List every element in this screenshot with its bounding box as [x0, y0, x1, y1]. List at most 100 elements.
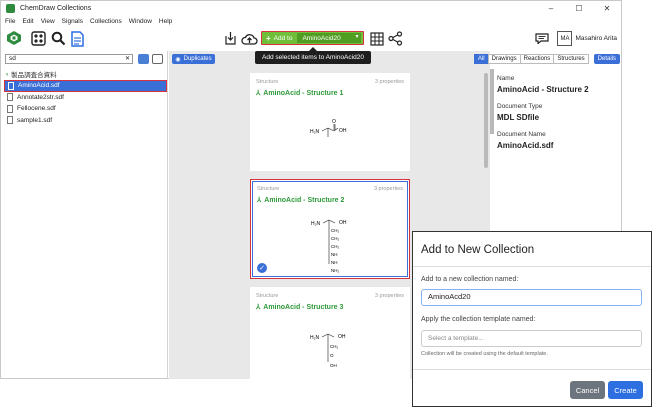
atom-label: CH₂: [331, 228, 339, 233]
dialog-title: Add to New Collection: [421, 244, 535, 256]
clear-search-icon[interactable]: ✕: [125, 55, 130, 63]
search-icon[interactable]: [50, 30, 67, 47]
search-input[interactable]: sd ✕: [5, 54, 133, 64]
divider: [413, 369, 651, 370]
eye-icon: ◉: [175, 56, 181, 63]
property-value: MDL SDfile: [497, 113, 540, 122]
property-value: AminoAcid - Structure 2: [497, 85, 589, 94]
collections-logo-icon[interactable]: [6, 30, 22, 46]
menu-window[interactable]: Window: [129, 18, 152, 25]
search-input-value: sd: [9, 55, 16, 62]
menu-signals[interactable]: Signals: [62, 18, 83, 25]
cloud-upload-icon[interactable]: [241, 30, 258, 47]
collection-dropdown[interactable]: AminoAcid20 ▾: [297, 33, 362, 43]
add-to-tooltip: Add selected items to AminoAcid20: [255, 47, 371, 64]
chevron-left-icon[interactable]: ‹: [6, 71, 8, 78]
menu-view[interactable]: View: [41, 18, 55, 25]
chevron-down-icon: ▾: [355, 34, 359, 40]
file-icon: [8, 81, 14, 90]
property-value: AminoAcid.sdf: [497, 141, 554, 150]
scrollbar[interactable]: [490, 69, 494, 134]
add-to-label: Add to: [273, 34, 293, 42]
close-button[interactable]: ✕: [593, 1, 621, 16]
chemdraw-app-icon: [6, 4, 15, 13]
template-label: Apply the collection template named:: [421, 316, 536, 323]
user-area: MA Masahiro Arita: [535, 31, 617, 46]
atom-label: NH: [331, 252, 338, 257]
tab-structures[interactable]: Structures: [553, 54, 589, 64]
atom-label: H₂N: [310, 335, 320, 341]
atom-label: NH: [331, 260, 338, 265]
list-item[interactable]: AminoAcid.sdf: [4, 80, 167, 92]
list-view-toggle[interactable]: [138, 54, 149, 64]
property-label: Document Name: [497, 131, 546, 138]
atom-label: OH: [339, 128, 347, 134]
list-item[interactable]: Fellocene.sdf: [4, 103, 167, 115]
folder-name: 製品調査合資料: [11, 72, 57, 79]
scrollbar[interactable]: [484, 73, 488, 168]
document-list-panel: sd ✕ ‹ 製品調査合資料 AminoAcid.sdf Annotate2st…: [1, 51, 168, 379]
atom-label: O: [332, 119, 336, 125]
checkmark-icon[interactable]: ✓: [257, 263, 267, 273]
collection-name-input[interactable]: AminoAcd20: [421, 289, 642, 306]
cancel-button[interactable]: Cancel: [570, 381, 605, 399]
collection-dropdown-value: AminoAcid20: [302, 34, 341, 42]
atom-label: H₂N: [311, 221, 321, 227]
file-icon: [7, 93, 13, 102]
tab-all[interactable]: All: [473, 54, 489, 64]
property-label: Document Type: [497, 103, 543, 110]
structure-card-selected[interactable]: Structure 3 properties ⅄ AminoAcid - Stru…: [250, 179, 410, 279]
create-button[interactable]: Create: [608, 381, 643, 399]
file-name: Annotate2str.sdf: [17, 93, 64, 101]
card-view-toggle[interactable]: [152, 54, 163, 64]
document-icon[interactable]: [69, 30, 86, 47]
file-icon: [7, 104, 13, 113]
atom-label: H₂N: [310, 129, 320, 135]
file-icon: [7, 116, 13, 125]
window-controls: – ☐ ✕: [537, 1, 621, 16]
user-name[interactable]: Masahiro Arita: [575, 35, 617, 42]
file-name: sample1.sdf: [17, 116, 53, 124]
structure-card[interactable]: Structure 3 properties ⅄ AminoAcid - Stru…: [250, 287, 410, 379]
file-name: AminoAcid.sdf: [18, 82, 60, 90]
list-item[interactable]: sample1.sdf: [4, 115, 167, 127]
atom-label: O: [330, 353, 334, 358]
avatar[interactable]: MA: [557, 31, 573, 46]
grid-view-icon[interactable]: [30, 30, 47, 47]
list-item[interactable]: Annotate2str.sdf: [4, 92, 167, 104]
atom-label: CH₂: [331, 244, 339, 249]
window-title: ChemDraw Collections: [20, 5, 92, 12]
title-bar: ChemDraw Collections – ☐ ✕: [1, 1, 621, 16]
duplicates-button[interactable]: ◉ Duplicates: [172, 54, 215, 64]
tab-reactions[interactable]: Reactions: [519, 54, 555, 64]
add-to-new-collection-dialog: Add to New Collection Add to a new colle…: [412, 231, 652, 407]
file-name: Fellocene.sdf: [17, 105, 56, 113]
template-select[interactable]: Select a template...: [421, 330, 642, 347]
tab-drawings[interactable]: Drawings: [487, 54, 521, 64]
atom-label: CH₂: [330, 344, 338, 349]
template-hint: Collection will be created using the def…: [421, 351, 548, 357]
table-icon[interactable]: [368, 30, 385, 47]
divider: [413, 266, 651, 267]
details-button[interactable]: Details: [593, 54, 620, 64]
atom-label: CH₂: [331, 236, 339, 241]
atom-label: OH: [338, 334, 346, 340]
share-icon[interactable]: [387, 30, 404, 47]
collection-name-label: Add to a new collection named:: [421, 276, 519, 283]
menu-help[interactable]: Help: [159, 18, 172, 25]
duplicates-label: Duplicates: [183, 56, 212, 62]
file-list: AminoAcid.sdf Annotate2str.sdf Fellocene…: [4, 80, 167, 126]
atom-label: OH: [339, 220, 347, 226]
add-to-collection-button[interactable]: + Add to AminoAcid20 ▾: [261, 31, 364, 45]
menu-edit[interactable]: Edit: [22, 18, 33, 25]
import-icon[interactable]: [222, 30, 239, 47]
maximize-button[interactable]: ☐: [565, 1, 593, 16]
minimize-button[interactable]: –: [537, 1, 565, 16]
property-label: Name: [497, 75, 515, 82]
structure-drawing: H₂N OH CH₂ CH₂ CH₂ NH NH NH₂: [311, 219, 347, 273]
folder-row[interactable]: ‹ 製品調査合資料: [6, 69, 57, 80]
menu-collections[interactable]: Collections: [90, 18, 122, 25]
structure-card[interactable]: Structure 3 properties ⅄ AminoAcid - Stru…: [250, 73, 410, 171]
chat-icon[interactable]: [535, 33, 550, 44]
menu-file[interactable]: File: [5, 18, 15, 25]
